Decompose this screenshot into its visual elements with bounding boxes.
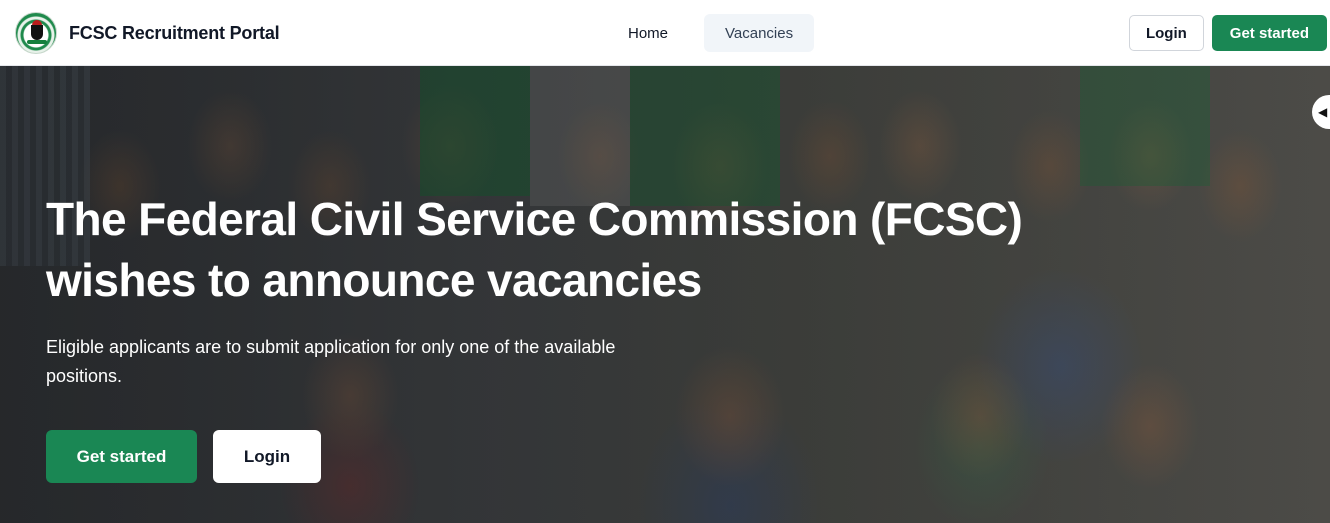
hero-banner: The Federal Civil Service Commission (FC… (0, 66, 1330, 523)
coat-of-arms-logo (15, 12, 57, 54)
hero-subtitle: Eligible applicants are to submit applic… (46, 337, 616, 386)
nav-vacancies-link[interactable]: Vacancies (704, 14, 815, 52)
hero-actions: Get started Login (46, 430, 321, 483)
brand-title: FCSC Recruitment Portal (69, 22, 280, 43)
logo-base (27, 40, 47, 44)
logo-shield (31, 25, 43, 40)
header-actions: Login Get started (1128, 15, 1327, 51)
header-get-started-button[interactable]: Get started (1211, 15, 1327, 51)
brand[interactable]: FCSC Recruitment Portal (15, 12, 280, 54)
header-login-button[interactable]: Login (1128, 15, 1204, 51)
top-navbar: FCSC Recruitment Portal Home Vacancies L… (0, 0, 1330, 66)
hero-title: The Federal Civil Service Commission (FC… (46, 193, 1023, 306)
hero-login-button[interactable]: Login (213, 430, 321, 483)
nav-home-link[interactable]: Home (607, 14, 689, 52)
hero-get-started-button[interactable]: Get started (46, 430, 197, 483)
main-nav: Home Vacancies (607, 14, 815, 52)
